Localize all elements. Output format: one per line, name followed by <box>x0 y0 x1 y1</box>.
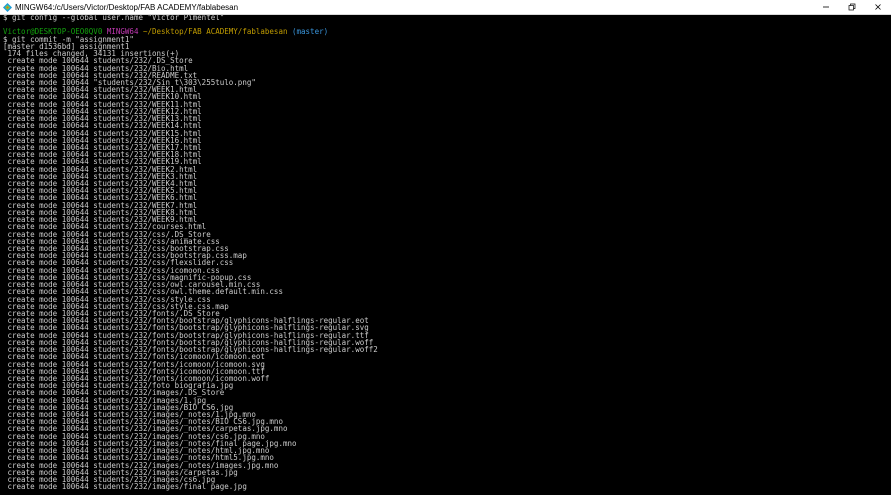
git-bash-window: MINGW64:/c/Users/Victor/Desktop/FAB ACAD… <box>0 0 891 495</box>
shell-prompt: Victor@DESKTOP-OEO0QV0 MINGW64 ~/Desktop… <box>3 27 889 37</box>
title-bar[interactable]: MINGW64:/c/Users/Victor/Desktop/FAB ACAD… <box>0 0 891 15</box>
command-line: $ git commit -m "assignment1" <box>3 34 134 44</box>
prompt-path: ~/Desktop/FAB ACADEMY/fablabesan <box>142 27 288 37</box>
output-line: create mode 100644 students/232/images/f… <box>3 482 247 492</box>
close-icon <box>875 4 881 10</box>
close-button[interactable] <box>865 0 891 14</box>
mingw-app-icon <box>3 2 12 12</box>
restore-button[interactable] <box>839 0 865 14</box>
create-mode-list: create mode 100644 students/232/.DS_Stor… <box>3 57 889 492</box>
prompt-branch: (master) <box>292 27 329 37</box>
command-line: $ git config --global user.name "Victor … <box>3 14 225 22</box>
minimize-icon <box>823 6 829 8</box>
window-title: MINGW64:/c/Users/Victor/Desktop/FAB ACAD… <box>15 2 239 12</box>
restore-icon <box>848 3 856 11</box>
minimize-button[interactable] <box>813 0 839 14</box>
terminal-output[interactable]: $ git config --global user.name "Victor … <box>3 14 889 495</box>
window-controls <box>813 0 891 14</box>
